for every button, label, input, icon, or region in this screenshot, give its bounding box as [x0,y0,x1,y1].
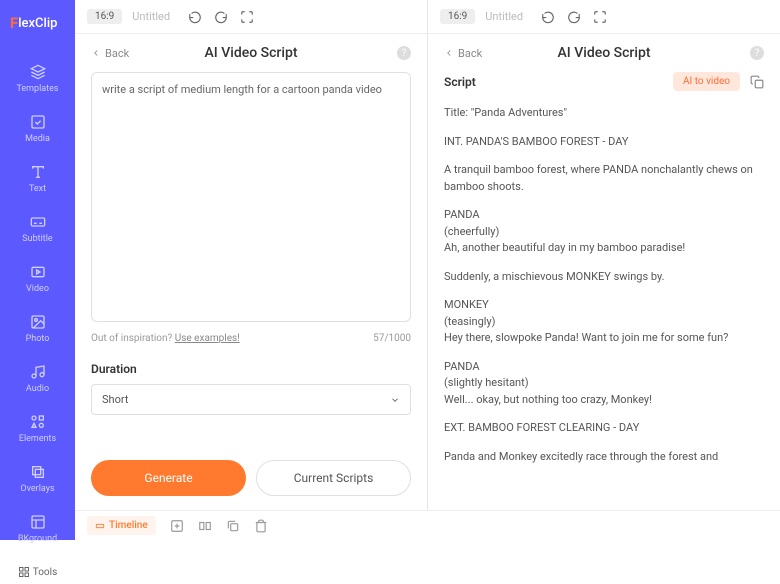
add-icon[interactable] [170,519,184,533]
script-line: INT. PANDA'S BAMBOO FOREST - DAY [444,134,764,151]
bottom-bar: Timeline [75,510,780,540]
undo-icon[interactable] [541,10,555,24]
text-icon [30,164,46,180]
timeline-button[interactable]: Timeline [87,516,156,535]
back-button[interactable]: Back [91,47,129,60]
panel-title: AI Video Script [558,45,651,61]
script-line: A tranquil bamboo forest, where PANDA no… [444,162,764,195]
tools-icon [18,566,30,578]
duration-label: Duration [91,362,411,376]
script-output: Title: "Panda Adventures" INT. PANDA'S B… [444,105,764,465]
use-examples-link[interactable]: Use examples! [175,333,240,344]
nav-overlays[interactable]: Overlays [0,454,75,504]
overlays-icon [30,464,46,480]
chevron-left-icon [444,48,454,58]
left-content: Out of inspiration? Use examples! 57/100… [75,72,427,446]
left-topbar: 16:9 Untitled [75,0,427,34]
copy-icon[interactable] [750,75,764,89]
audio-icon [30,364,46,380]
duration-select[interactable]: Short [91,384,411,415]
script-line: Panda and Monkey excitedly race through … [444,449,764,466]
nav-subtitle[interactable]: Subtitle [0,204,75,254]
redo-icon[interactable] [567,10,581,24]
split-icon[interactable] [198,519,212,533]
char-counter: 57/1000 [373,333,411,344]
right-panel: 16:9 Untitled Back AI Video Script ? Scr… [428,0,780,510]
subtitle-icon [30,214,46,230]
nav-text[interactable]: Text [0,154,75,204]
panel-title: AI Video Script [205,45,298,61]
delete-icon[interactable] [254,519,268,533]
undo-icon[interactable] [188,10,202,24]
fullscreen-icon[interactable] [240,10,254,24]
help-icon[interactable]: ? [750,46,764,60]
redo-icon[interactable] [214,10,228,24]
nav-bkground[interactable]: BKground [0,504,75,554]
right-content: Script AI to video Title: "Panda Adventu… [428,72,780,510]
tools-button[interactable]: Tools [6,560,69,584]
duplicate-icon[interactable] [226,519,240,533]
help-icon[interactable]: ? [397,46,411,60]
nav-photo[interactable]: Photo [0,304,75,354]
script-line: PANDA (cheerfully) Ah, another beautiful… [444,207,764,257]
left-buttons: Generate Current Scripts [75,446,427,510]
chevron-left-icon [91,48,101,58]
script-line: EXT. BAMBOO FOREST CLEARING - DAY [444,420,764,437]
templates-icon [30,64,46,80]
nav: Templates Media Text Subtitle Video Phot… [0,38,75,554]
media-icon [30,114,46,130]
ai-to-video-button[interactable]: AI to video [673,72,740,91]
elements-icon [30,414,46,430]
project-name[interactable]: Untitled [485,10,523,23]
left-header: Back AI Video Script ? [75,34,427,72]
script-line: PANDA (slightly hesitant) Well... okay, … [444,359,764,409]
chevron-down-icon [390,395,400,405]
current-scripts-button[interactable]: Current Scripts [256,460,411,496]
generate-button[interactable]: Generate [91,460,246,496]
background-icon [30,514,46,530]
logo: FlexClip [0,8,75,38]
panels: 16:9 Untitled Back AI Video Script ? Out… [75,0,780,510]
video-icon [30,264,46,280]
nav-media[interactable]: Media [0,104,75,154]
sidebar: FlexClip Templates Media Text Subtitle V… [0,0,75,540]
photo-icon [30,314,46,330]
right-topbar: 16:9 Untitled [428,0,780,34]
aspect-ratio-badge[interactable]: 16:9 [440,9,475,24]
left-panel: 16:9 Untitled Back AI Video Script ? Out… [75,0,428,510]
script-label: Script [444,75,476,89]
script-line: MONKEY (teasingly) Hey there, slowpoke P… [444,297,764,347]
timeline-icon [95,521,105,531]
project-name[interactable]: Untitled [132,10,170,23]
nav-video[interactable]: Video [0,254,75,304]
nav-templates[interactable]: Templates [0,54,75,104]
nav-elements[interactable]: Elements [0,404,75,454]
main: 16:9 Untitled Back AI Video Script ? Out… [75,0,780,540]
prompt-input[interactable] [91,72,411,322]
script-line: Title: "Panda Adventures" [444,105,764,122]
inspiration-text: Out of inspiration? Use examples! [91,333,240,344]
back-button[interactable]: Back [444,47,482,60]
right-header: Back AI Video Script ? [428,34,780,72]
aspect-ratio-badge[interactable]: 16:9 [87,9,122,24]
script-line: Suddenly, a mischievous MONKEY swings by… [444,269,764,286]
nav-audio[interactable]: Audio [0,354,75,404]
fullscreen-icon[interactable] [593,10,607,24]
